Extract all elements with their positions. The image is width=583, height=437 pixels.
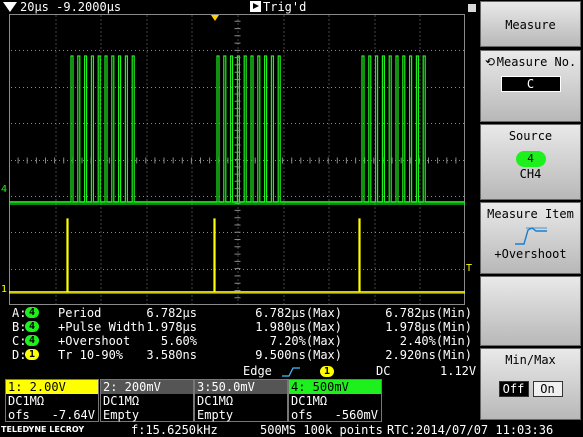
trigger-type: Edge <box>243 364 272 378</box>
measurement-row-d: D: 1 Tr 10-90% 3.580ns 9.500ns(Max) 2.92… <box>0 348 477 362</box>
adjust-knob-icon: ⟲ <box>485 55 496 69</box>
bottom-status-bar: TELEDYNE LECROY f:15.6250kHz 500MS 100k … <box>0 423 583 437</box>
channel-1-scale: 1: 2.00V <box>6 380 98 394</box>
empty-softkey[interactable] <box>480 276 581 346</box>
top-status-bar: 20µs -9.2000µs Trig'd <box>0 0 477 14</box>
measurement-value: 5.60% <box>160 334 197 348</box>
play-icon <box>250 1 261 12</box>
trigger-level-marker[interactable]: T <box>466 264 472 274</box>
measure-menu-title[interactable]: Measure <box>480 1 581 47</box>
offset-label: ofs <box>8 408 30 422</box>
trigger-status: Trig'd <box>263 0 307 14</box>
measurement-value: 1.978µs <box>146 320 197 334</box>
measure-no-title: Measure No. <box>496 55 577 69</box>
rising-edge-icon <box>282 367 300 377</box>
acquisition-info: 500MS 100k points <box>260 423 383 437</box>
trigger-settings-row[interactable]: Edge 1 DC 1.12V <box>0 364 477 379</box>
channel-1-box[interactable]: 1: 2.00V DC1MΩ ofs -7.64V <box>5 379 99 422</box>
measure-no-button[interactable]: ⟲ Measure No. C <box>480 50 581 122</box>
brand-logo: TELEDYNE LECROY <box>1 425 85 434</box>
channel-badge: 1 <box>25 349 40 360</box>
measurement-name: Period <box>58 306 102 320</box>
measurement-min: 2.920ns(Min) <box>385 348 472 362</box>
timebase-readout[interactable]: 20µs -9.2000µs <box>20 0 121 14</box>
measurement-row-b: B: 4 +Pulse Width 1.978µs 1.980µs(Max) 1… <box>0 320 477 334</box>
channel-2-box[interactable]: 2: 200mV DC1MΩ Empty <box>100 379 194 422</box>
measurement-max: 9.500ns(Max) <box>255 348 342 362</box>
channel-4-offset: ofs -560mV <box>289 408 381 422</box>
measurement-row-c: C: 4 +Overshoot 5.60% 7.20%(Max) 2.40%(M… <box>0 334 477 348</box>
source-button[interactable]: Source 4 CH4 <box>480 124 581 200</box>
channel-badge: 4 <box>25 321 40 332</box>
ch4-offset-marker[interactable]: 4 <box>1 185 7 195</box>
offset-label: ofs <box>291 408 313 422</box>
channel-2-coupling: DC1MΩ <box>103 394 140 408</box>
trigger-frequency: f:15.6250kHz <box>131 423 218 437</box>
channel-2-memory: Empty <box>103 408 140 422</box>
min-max-off-option[interactable]: Off <box>498 381 529 397</box>
scroll-indicator-icon <box>468 4 476 12</box>
source-channel-badge: 4 <box>515 151 546 167</box>
trigger-source-badge: 1 <box>320 366 335 377</box>
measurement-min: 6.782µs(Min) <box>385 306 472 320</box>
measurement-min: 2.40%(Min) <box>399 334 472 348</box>
channel-4-scale: 4: 500mV <box>289 380 381 394</box>
ch1-baseline-band <box>9 291 465 294</box>
channel-2-scale: 2: 200mV <box>101 380 193 394</box>
real-time-clock: RTC:2014/07/07 11:03:36 <box>387 423 554 437</box>
measure-item-value: +Overshoot <box>494 247 567 261</box>
channel-1-offset: ofs -7.64V <box>6 408 98 422</box>
source-title: Source <box>508 129 553 143</box>
overshoot-icon <box>514 227 547 245</box>
measurement-value: 6.782µs <box>146 306 197 320</box>
trigger-coupling: DC <box>376 364 391 378</box>
channel-4-box[interactable]: 4: 500mV DC1MΩ ofs -560mV <box>288 379 382 422</box>
trigger-level: 1.12V <box>440 364 477 378</box>
measurement-value: 3.580ns <box>146 348 197 362</box>
channel-1-coupling: DC1MΩ <box>8 394 45 408</box>
source-channel-label: CH4 <box>519 167 542 181</box>
measurement-table: A: 4 Period 6.782µs 6.782µs(Max) 6.782µs… <box>0 306 477 364</box>
measurement-max: 6.782µs(Max) <box>255 306 342 320</box>
offset-value: -7.64V <box>51 408 95 422</box>
waveform-display[interactable] <box>9 14 465 305</box>
measure-item-button[interactable]: Measure Item +Overshoot <box>480 202 581 274</box>
measurement-min: 1.978µs(Min) <box>385 320 472 334</box>
min-max-title: Min/Max <box>505 353 556 367</box>
ch1-offset-marker[interactable]: 1 <box>1 285 7 295</box>
ch1-trace <box>9 218 465 293</box>
min-max-button[interactable]: Min/Max Off On <box>480 348 581 420</box>
channel-4-coupling: DC1MΩ <box>291 394 328 408</box>
measure-item-title: Measure Item <box>487 207 574 221</box>
channel-3-box[interactable]: 3:50.0mV DC1MΩ Empty <box>194 379 288 422</box>
channel-3-scale: 3:50.0mV <box>195 380 287 394</box>
ch4-trace <box>9 55 465 203</box>
min-max-on-option[interactable]: On <box>532 381 563 397</box>
softkey-menu: Measure ⟲ Measure No. C Source 4 CH4 Mea… <box>478 0 583 423</box>
channel-badge: 4 <box>25 307 40 318</box>
graticule <box>9 14 465 305</box>
measure-no-value: C <box>500 76 561 92</box>
measurement-row-a: A: 4 Period 6.782µs 6.782µs(Max) 6.782µs… <box>0 306 477 320</box>
trigger-mode-icon <box>3 2 17 12</box>
measurement-name: +Overshoot <box>58 334 131 348</box>
measurement-max: 7.20%(Max) <box>269 334 342 348</box>
channel-badge: 4 <box>25 335 40 346</box>
channel-3-memory: Empty <box>197 408 234 422</box>
measurement-name: +Pulse Width <box>58 320 145 334</box>
min-max-toggle[interactable]: Off On <box>481 381 580 397</box>
ch4-baseline-band <box>9 201 465 205</box>
measurement-max: 1.980µs(Max) <box>255 320 342 334</box>
measurement-name: Tr 10-90% <box>58 348 124 362</box>
offset-value: -560mV <box>334 408 378 422</box>
channel-3-coupling: DC1MΩ <box>197 394 234 408</box>
